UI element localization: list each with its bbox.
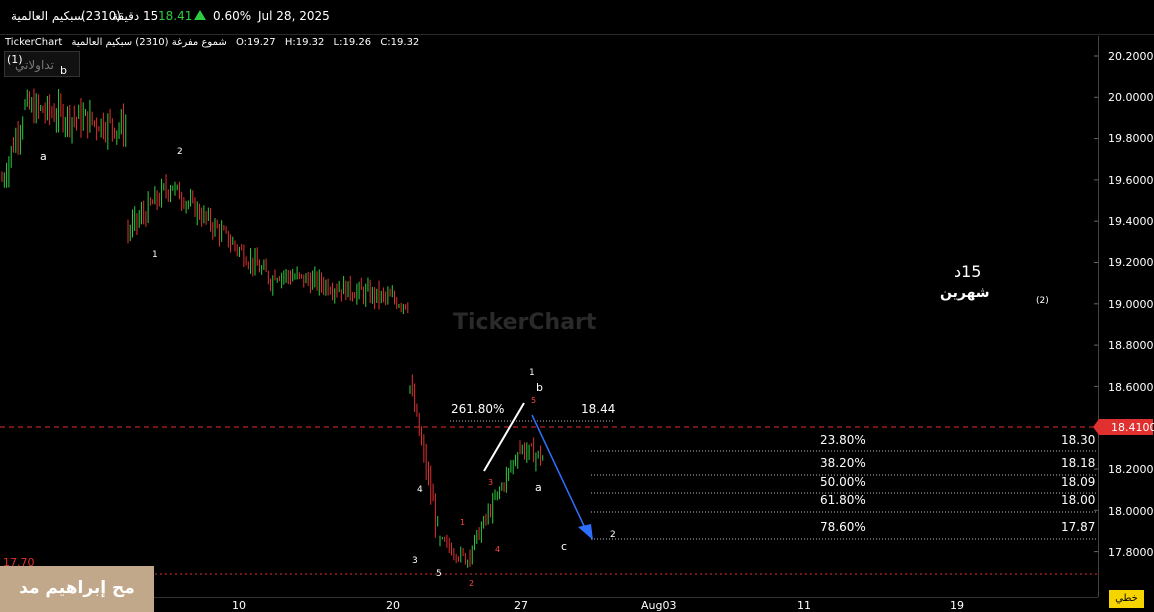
y-tick-label: 18.6000 [1108,381,1154,394]
change-percent: 0.60% [213,9,252,23]
fib-level-pct: 61.80% [820,493,866,507]
y-tick-label: 19.4000 [1108,215,1154,228]
brand-label: TickerChart [5,37,63,48]
x-tick-label: 19 [950,599,964,612]
wave-label-b: b [60,64,67,77]
chart-description: شموع مفرغة (2310) سبكيم العالمية [71,37,227,48]
fib-level-value: 18.00 [1061,493,1096,507]
wave-label-b-top: b [536,381,543,394]
y-tick-label: 18.2000 [1108,463,1154,476]
period-label: شهرين [940,285,990,301]
y-tick-label: 18.0000 [1108,505,1154,518]
up-arrow-icon [194,10,206,20]
fib-level-value: 18.18 [1061,456,1096,470]
fib-level-pct: 23.80% [820,433,866,447]
y-tick-label: 19.0000 [1108,298,1154,311]
symbol-header-bar: سبكيم العالمية (2310) 15 دقيقة 18.41 0.6… [0,0,1154,35]
y-tick-label: 19.8000 [1108,132,1154,145]
high-value: H:19.32 [284,37,325,48]
subwave-label-2: 2 [469,579,475,588]
wave-label-2: 2 [177,147,183,157]
projection-arrow-line [531,414,586,529]
fib-level-value: 17.87 [1061,520,1096,534]
wave-label-3: 3 [412,556,418,566]
interval-selector[interactable]: 15 دقيقة [112,9,158,23]
x-tick-label: 27 [514,599,528,612]
wave-label-a-low: a [535,481,542,494]
chart-mode-badge[interactable]: خطي [1109,590,1144,608]
x-tick-label: 11 [797,599,811,612]
y-tick-label: 20.0000 [1108,91,1154,104]
subwave-label-1: 1 [460,518,466,527]
time-axis[interactable] [0,597,1098,612]
x-tick-label: Aug03 [641,599,677,612]
x-tick-label: 10 [232,599,246,612]
y-tick-label: 20.2000 [1108,50,1154,63]
open-value: O:19.27 [235,37,276,48]
wave-label-2-target: 2 [610,530,616,540]
wave-label-a: a [40,150,47,163]
y-tick-label: 19.6000 [1108,174,1154,187]
fib-level-value: 18.09 [1061,475,1096,489]
last-price: 18.41 [158,9,193,23]
fib-level-pct: 78.60% [820,520,866,534]
y-tick-label: 18.8000 [1108,339,1154,352]
wave-marker-1: (1) [7,53,23,66]
last-date: Jul 28, 2025 [258,9,330,23]
fib-level-value: 18.30 [1061,433,1096,447]
fib-extension-value: 18.44 [581,402,616,416]
x-tick-label: 20 [386,599,400,612]
fib-level-pct: 38.20% [820,456,866,470]
y-tick-label: 19.2000 [1108,256,1154,269]
subwave-label-5: 5 [531,396,537,405]
tickerchart-watermark: TickerChart [453,310,597,335]
fib-extension-pct: 261.80% [451,402,505,416]
author-watermark: مح إبراهيم مد [0,566,154,612]
timeframe-label: 15د [954,262,982,281]
wave-label-1: 1 [152,250,158,260]
ohlc-info-line: TickerChart شموع مفرغة (2310) سبكيم العا… [5,37,425,48]
y-tick-label: 17.8000 [1108,546,1154,559]
low-value: L:19.26 [333,37,372,48]
fib-level-pct: 50.00% [820,475,866,489]
wave-label-5: 5 [436,569,442,579]
wave-label-4: 4 [417,485,423,495]
wave-label-1-top: 1 [529,368,535,378]
close-value: C:19.32 [380,37,420,48]
wave-label-paren-2: (2) [1036,296,1049,306]
wave-label-c: c [561,540,568,553]
subwave-label-3: 3 [488,478,494,487]
subwave-label-4: 4 [495,545,501,554]
projection-arrow-head [578,524,593,540]
symbol-name[interactable]: سبكيم العالمية [11,9,84,23]
current-price-badge: 18.4100 [1093,419,1154,435]
